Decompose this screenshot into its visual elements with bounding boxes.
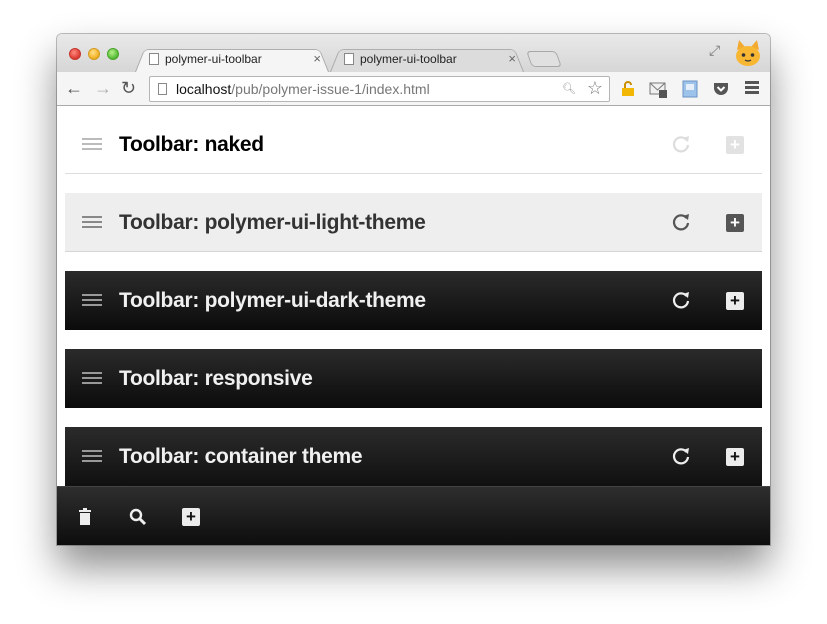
toolbar-responsive: Toolbar: responsive	[65, 349, 762, 408]
menu-icon[interactable]	[82, 294, 102, 309]
minimize-window-button[interactable]	[88, 48, 100, 60]
toolbar-title: Toolbar: responsive	[119, 367, 313, 390]
tab-strip: polymer-ui-toolbar × polymer-ui-toolbar …	[57, 34, 770, 72]
add-icon[interactable]: +	[182, 508, 200, 526]
toolbar-title: Toolbar: polymer-ui-dark-theme	[119, 289, 426, 312]
refresh-icon[interactable]	[671, 212, 691, 232]
fullscreen-icon[interactable]: ⤢	[709, 42, 720, 59]
refresh-icon[interactable]	[671, 446, 691, 466]
forward-button[interactable]: →	[94, 78, 112, 98]
page-icon	[158, 83, 167, 95]
tab-title: polymer-ui-toolbar	[360, 52, 457, 66]
tab-close-icon[interactable]: ×	[508, 46, 516, 72]
menu-icon[interactable]	[82, 138, 102, 153]
tab-close-icon[interactable]: ×	[313, 46, 321, 72]
refresh-icon[interactable]	[671, 290, 691, 310]
browser-window: polymer-ui-toolbar × polymer-ui-toolbar …	[57, 34, 770, 545]
url-path: /pub/polymer-issue-1/index.html	[231, 81, 430, 97]
cat-profile-icon[interactable]	[733, 38, 763, 68]
tab-title: polymer-ui-toolbar	[165, 52, 262, 66]
zoom-window-button[interactable]	[107, 48, 119, 60]
add-icon[interactable]: +	[726, 214, 744, 232]
menu-icon[interactable]	[82, 450, 102, 465]
toolbar-dark-theme: Toolbar: polymer-ui-dark-theme +	[65, 271, 762, 330]
add-icon[interactable]: +	[726, 136, 744, 154]
trash-icon[interactable]	[75, 507, 95, 527]
note-extension-icon[interactable]	[681, 80, 699, 98]
back-button[interactable]: ←	[65, 78, 83, 98]
mail-extension-icon[interactable]	[649, 80, 667, 98]
toolbar-title: Toolbar: polymer-ui-light-theme	[119, 211, 426, 234]
bookmark-star-icon[interactable]: ☆	[587, 76, 603, 100]
chrome-menu-icon[interactable]	[745, 81, 759, 96]
refresh-icon[interactable]	[671, 134, 691, 154]
close-window-button[interactable]	[69, 48, 81, 60]
search-icon[interactable]	[128, 507, 148, 527]
url-host: localhost	[176, 81, 232, 97]
add-icon[interactable]: +	[726, 292, 744, 310]
page-icon	[149, 53, 159, 65]
page-icon	[344, 53, 354, 65]
toolbar-naked: Toolbar: naked +	[65, 115, 762, 174]
navigation-bar: ← → ↻ localhost/pub/polymer-issue-1/inde…	[57, 72, 770, 106]
lock-extension-icon[interactable]	[619, 80, 637, 98]
toolbar-title: Toolbar: container theme	[119, 445, 363, 468]
container-bottom-toolbar: +	[57, 486, 770, 545]
reload-button[interactable]: ↻	[121, 78, 136, 98]
tab-active[interactable]: polymer-ui-toolbar ×	[135, 46, 329, 72]
pocket-icon[interactable]	[712, 80, 730, 98]
toolbar-light-theme: Toolbar: polymer-ui-light-theme +	[65, 193, 762, 252]
toolbar-title: Toolbar: naked	[119, 133, 264, 156]
address-bar[interactable]: localhost/pub/polymer-issue-1/index.html…	[149, 76, 610, 102]
menu-icon[interactable]	[82, 216, 102, 231]
add-icon[interactable]: +	[726, 448, 744, 466]
search-hint-icon: 🔍︎	[562, 83, 576, 95]
tab-inactive[interactable]: polymer-ui-toolbar ×	[330, 46, 524, 72]
new-tab-button[interactable]	[526, 51, 562, 67]
menu-icon[interactable]	[82, 372, 102, 387]
page-content: Toolbar: naked + Toolbar: polymer-ui-lig…	[57, 106, 770, 545]
